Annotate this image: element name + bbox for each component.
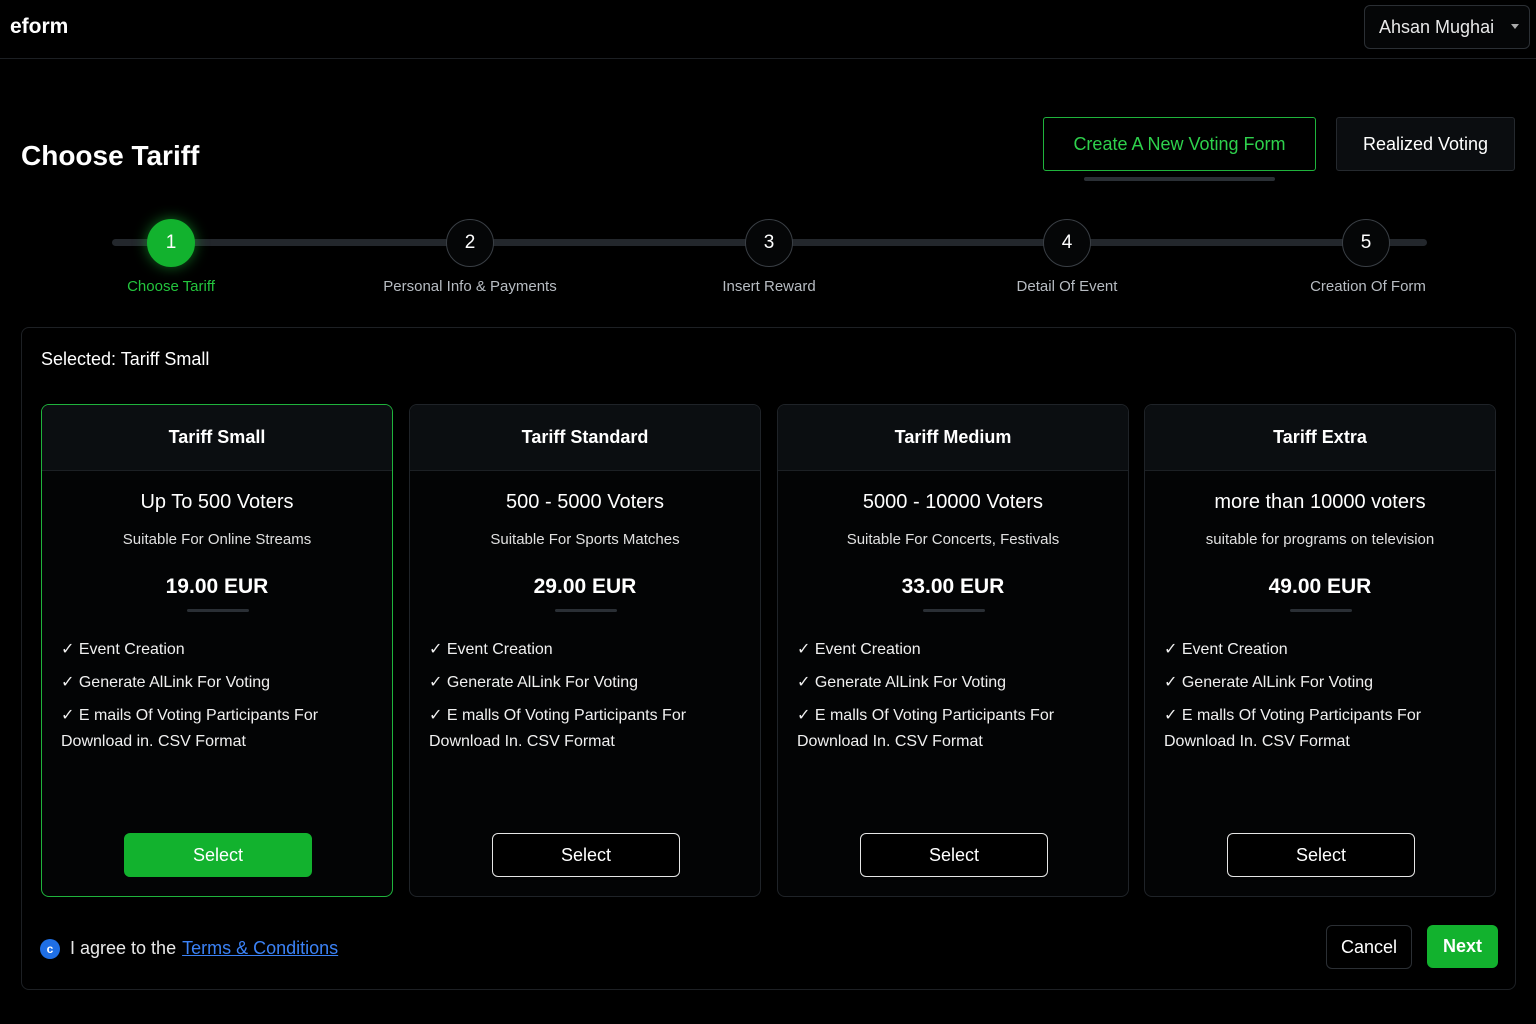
tariff-price: 33.00 EUR [901,575,1005,598]
feature-item: ✓ E malls Of Voting Participants For Dow… [797,707,1055,750]
tariff-voters: Up To 500 Voters [140,491,294,513]
top-bar: eform Ahsan Mughai [0,0,1536,59]
select-button[interactable]: Select [492,833,680,877]
page-title: Choose Tariff [21,140,200,171]
tariff-voters: 5000 - 10000 Voters [862,491,1044,513]
feature-list: ✓ Event Creation ✓ Generate AlLink For V… [797,637,1116,762]
select-button[interactable]: Select [1227,833,1415,877]
tariff-price: 49.00 EUR [1268,575,1372,598]
tariff-title: Tariff Medium [778,405,1128,471]
feature-item: ✓ Generate AlLink For Voting [61,674,271,691]
cancel-button[interactable]: Cancel [1326,925,1412,969]
feature-item: ✓ E mails Of Voting Participants For Dow… [61,707,319,750]
step-3-circle[interactable]: 3 [745,219,793,267]
tariff-suitable: Suitable For Sports Matches [490,531,680,548]
active-tab-indicator [1084,177,1275,181]
terms-agreement: c I agree to the Terms & Conditions [40,938,338,959]
step-1-label: Choose Tariff [127,278,215,295]
feature-item: ✓ Event Creation [61,641,185,658]
tariff-card-standard[interactable]: Tariff Standard 500 - 5000 Voters Suitab… [409,404,761,897]
tariff-card-small[interactable]: Tariff Small Up To 500 Voters Suitable F… [41,404,393,897]
realized-voting-tab[interactable]: Realized Voting [1336,117,1515,171]
divider [1290,609,1352,612]
step-4-circle[interactable]: 4 [1043,219,1091,267]
select-button[interactable]: Select [124,833,312,877]
create-voting-form-tab[interactable]: Create A New Voting Form [1043,117,1316,171]
feature-item: ✓ E malls Of Voting Participants For Dow… [1164,707,1422,750]
feature-item: ✓ Event Creation [429,641,553,658]
tariff-card-extra[interactable]: Tariff Extra more than 10000 voters suit… [1144,404,1496,897]
tariff-title: Tariff Small [42,405,392,471]
tariff-suitable: suitable for programs on television [1205,531,1435,548]
feature-item: ✓ E malls Of Voting Participants For Dow… [429,707,687,750]
terms-link[interactable]: Terms & Conditions [182,938,338,959]
chevron-down-icon [1511,24,1519,29]
divider [555,609,617,612]
step-5-label: Creation Of Form [1310,278,1426,295]
tariff-price: 19.00 EUR [165,575,269,598]
step-5-circle[interactable]: 5 [1342,219,1390,267]
tariff-voters: 500 - 5000 Voters [506,491,664,513]
feature-list: ✓ Event Creation ✓ Generate AlLink For V… [1164,637,1483,762]
tariff-suitable: Suitable For Online Streams [122,531,312,548]
next-button[interactable]: Next [1427,925,1498,968]
step-4-label: Detail Of Event [1016,278,1118,295]
step-1-circle[interactable]: 1 [147,219,195,267]
select-button[interactable]: Select [860,833,1048,877]
feature-item: ✓ Event Creation [797,641,921,658]
feature-list: ✓ Event Creation ✓ Generate AlLink For V… [429,637,748,762]
tariff-price: 29.00 EUR [533,575,637,598]
selected-tariff-text: Selected: Tariff Small [41,349,210,369]
feature-item: ✓ Generate AlLink For Voting [1164,674,1374,691]
app-logo[interactable]: eform [10,15,68,39]
agree-checkbox[interactable]: c [40,938,60,959]
feature-item: ✓ Generate AlLink For Voting [429,674,639,691]
tariff-title: Tariff Standard [410,405,760,471]
feature-item: ✓ Generate AlLink For Voting [797,674,1007,691]
tariff-title: Tariff Extra [1145,405,1495,471]
tariff-card-medium[interactable]: Tariff Medium 5000 - 10000 Voters Suitab… [777,404,1129,897]
agree-text: I agree to the [70,938,177,958]
feature-item: ✓ Event Creation [1164,641,1288,658]
tariff-voters: more than 10000 voters [1214,491,1426,513]
divider [187,609,249,612]
step-2-circle[interactable]: 2 [446,219,494,267]
user-menu-dropdown[interactable]: Ahsan Mughai [1364,5,1530,49]
user-name: Ahsan Mughai [1379,16,1495,37]
step-2-label: Personal Info & Payments [383,278,557,295]
feature-list: ✓ Event Creation ✓ Generate AlLink For V… [61,637,380,762]
step-3-label: Insert Reward [722,278,816,295]
divider [923,609,985,612]
tariff-suitable: Suitable For Concerts, Festivals [846,531,1060,548]
